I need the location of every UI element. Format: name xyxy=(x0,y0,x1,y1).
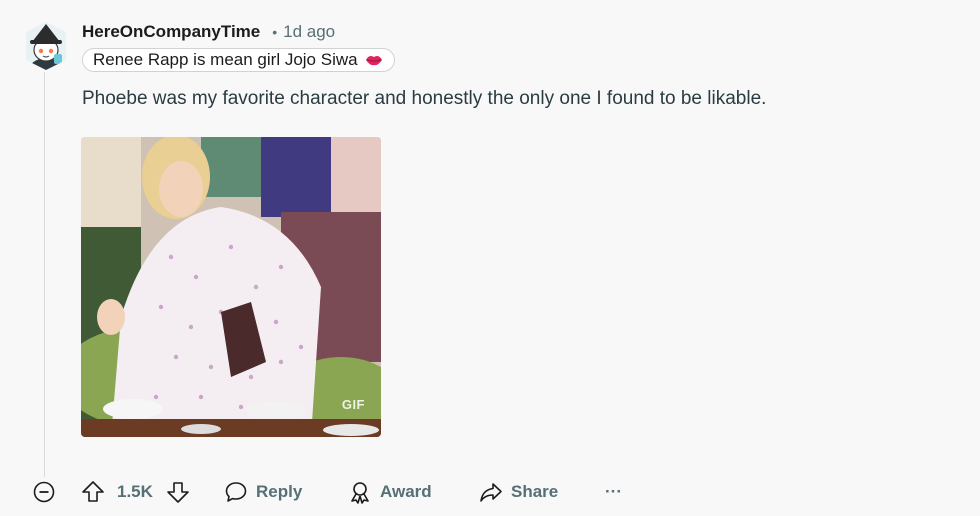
comment-time[interactable]: 1d ago xyxy=(283,22,335,42)
comment-body: Phoebe was my favorite character and hon… xyxy=(82,88,767,109)
downvote-arrow-icon xyxy=(166,480,190,504)
user-flair: Renee Rapp is mean girl Jojo Siwa xyxy=(82,48,395,72)
reply-button[interactable]: Reply xyxy=(224,478,302,506)
more-options-button[interactable]: ··· xyxy=(605,478,622,506)
share-label: Share xyxy=(511,482,559,501)
comment-gif[interactable]: GIF xyxy=(81,137,381,437)
share-button[interactable]: Share xyxy=(479,478,558,506)
username[interactable]: HereOnCompanyTime xyxy=(82,22,260,42)
gif-image xyxy=(81,137,381,437)
award-label: Award xyxy=(380,482,432,501)
comment-header: HereOnCompanyTime • 1d ago xyxy=(82,20,335,44)
thread-line xyxy=(44,72,45,477)
gif-badge: GIF xyxy=(341,397,365,412)
flair-text: Renee Rapp is mean girl Jojo Siwa xyxy=(93,50,358,69)
upvote-arrow-icon xyxy=(81,480,105,504)
lips-icon xyxy=(365,53,383,67)
more-options-label: ··· xyxy=(605,482,622,501)
award-button[interactable]: Award xyxy=(348,478,432,506)
award-ribbon-icon xyxy=(348,480,372,504)
user-avatar[interactable] xyxy=(24,20,68,72)
share-arrow-icon xyxy=(479,480,503,504)
separator-dot: • xyxy=(272,24,278,40)
vote-score: 1.5K xyxy=(117,482,153,501)
snoo-avatar-icon xyxy=(26,22,66,70)
downvote-button[interactable] xyxy=(166,478,190,506)
reply-label: Reply xyxy=(256,482,303,501)
collapse-minus-icon[interactable] xyxy=(33,481,55,503)
upvote-button[interactable] xyxy=(81,478,105,506)
speech-bubble-icon xyxy=(224,480,248,504)
comment-actions: 1.5K Reply Award Share ··· xyxy=(0,474,980,510)
